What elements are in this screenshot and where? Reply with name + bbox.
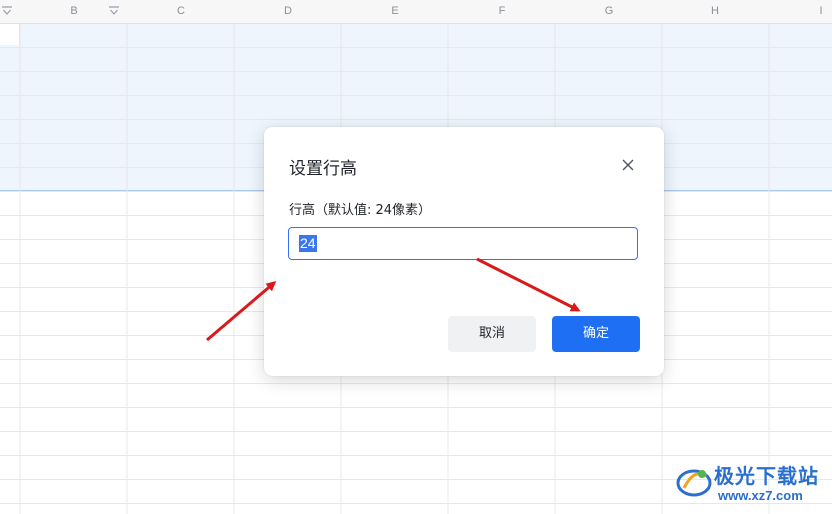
row-height-input[interactable] [288,227,638,260]
column-header-h[interactable]: H [705,0,725,23]
set-row-height-dialog: 设置行高 行高（默认值: 24像素） 24 取消 确定 [264,127,664,376]
column-header-b[interactable]: B [64,0,84,23]
row-height-input-value[interactable]: 24 [299,235,317,252]
close-icon[interactable] [616,153,640,177]
column-header-g[interactable]: G [599,0,619,23]
column-header-c[interactable]: C [171,0,191,23]
confirm-button[interactable]: 确定 [552,316,640,352]
column-header-e[interactable]: E [385,0,405,23]
dialog-title: 设置行高 [289,159,357,179]
column-header-d[interactable]: D [278,0,298,23]
watermark-brand: 极光下载站 [714,464,819,488]
logo-icon [676,469,712,497]
filter-icon[interactable] [108,5,120,17]
row-height-label: 行高（默认值: 24像素） [289,203,432,218]
column-header-bar: B C D E F G H I [0,0,832,24]
watermark-url: www.xz7.com [718,488,803,503]
cancel-button[interactable]: 取消 [448,316,536,352]
column-header-i[interactable]: I [811,0,831,23]
column-header-f[interactable]: F [492,0,512,23]
filter-icon[interactable] [1,5,13,17]
close-button[interactable] [616,153,640,177]
site-watermark: 极光下载站 www.xz7.com [674,458,826,510]
